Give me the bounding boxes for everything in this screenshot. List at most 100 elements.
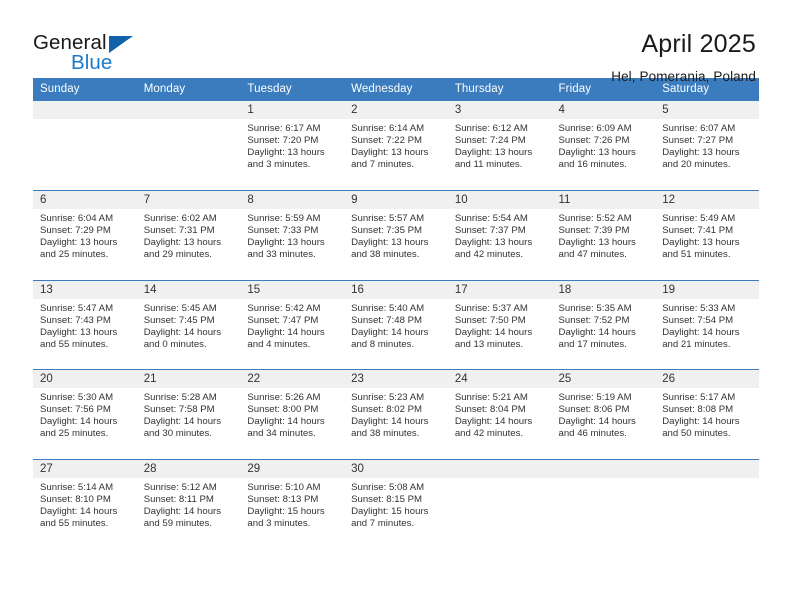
calendar-day-cell[interactable]: 6 Sunrise: 6:04 AM Sunset: 7:29 PM Daylight…: [33, 190, 137, 280]
sunset-text: Sunset: 8:15 PM: [351, 493, 423, 505]
sunset-text: Sunset: 7:56 PM: [40, 404, 111, 416]
calendar-day-cell[interactable]: 28 Sunrise: 5:12 AM Sunset: 8:11 PM Dayligh…: [136, 458, 241, 549]
calendar-day-cell[interactable]: 23 Sunrise: 5:23 AM Sunset: 8:02 PM Dayligh…: [344, 369, 448, 459]
day-details: Sunrise: 5:42 AM Sunset: 7:47 PM Daylight:…: [240, 299, 344, 351]
day-number: 25: [551, 370, 656, 388]
day-details: Sunrise: 5:52 AM Sunset: 7:39 PM Daylight:…: [552, 209, 656, 261]
weekday-header-thursday: Thursday: [447, 78, 552, 101]
day-number: 1: [240, 101, 345, 119]
calendar-day-cell[interactable]: 13 Sunrise: 5:47 AM Sunset: 7:43 PM Dayligh…: [33, 279, 137, 370]
calendar-day-cell[interactable]: 29 Sunrise: 5:10 AM Sunset: 8:13 PM Dayligh…: [240, 458, 345, 549]
daylight-text-line2: and 55 minutes.: [40, 517, 109, 529]
calendar-day-cell[interactable]: 5 Sunrise: 6:07 AM Sunset: 7:27 PM Daylight…: [655, 101, 759, 191]
day-number: 18: [551, 280, 656, 299]
day-details: Sunrise: 6:12 AM Sunset: 7:24 PM Daylight:…: [448, 119, 552, 171]
day-number: 19: [655, 280, 759, 299]
sunset-text: Sunset: 8:13 PM: [247, 493, 319, 505]
sunrise-text: Sunrise: 5:26 AM: [247, 392, 321, 403]
sunset-text: Sunset: 8:10 PM: [40, 493, 111, 505]
daylight-text-line2: and 42 minutes.: [454, 428, 524, 440]
sunrise-text: Sunrise: 5:12 AM: [143, 481, 217, 493]
sunrise-text: Sunrise: 5:21 AM: [454, 392, 528, 403]
calendar-day-cell[interactable]: 11 Sunrise: 5:52 AM Sunset: 7:39 PM Dayligh…: [551, 190, 656, 280]
calendar-day-cell[interactable]: 21 Sunrise: 5:28 AM Sunset: 7:58 PM Dayligh…: [136, 369, 241, 459]
daylight-text-line2: and 50 minutes.: [662, 428, 731, 440]
day-number: 20: [33, 370, 137, 388]
sunrise-text: Sunrise: 5:19 AM: [558, 392, 632, 403]
title-block: April 2025 Hel, Pomerania, Poland: [611, 28, 756, 87]
calendar-day-cell[interactable]: 19 Sunrise: 5:33 AM Sunset: 7:54 PM Dayligh…: [655, 279, 759, 370]
daylight-text-line1: Daylight: 14 hours: [662, 416, 740, 428]
calendar-day-cell[interactable]: 2 Sunrise: 6:14 AM Sunset: 7:22 PM Daylight…: [344, 101, 448, 191]
day-number: 4: [551, 101, 656, 119]
calendar-week-row: 27 Sunrise: 5:14 AM Sunset: 8:10 PM Dayligh…: [33, 458, 759, 549]
daylight-text-line2: and 42 minutes.: [454, 249, 524, 261]
sunrise-text: Sunrise: 5:17 AM: [662, 392, 736, 403]
calendar-day-cell[interactable]: 7 Sunrise: 6:02 AM Sunset: 7:31 PM Daylight…: [136, 190, 241, 280]
calendar-day-cell[interactable]: 4 Sunrise: 6:09 AM Sunset: 7:26 PM Daylight…: [551, 101, 656, 191]
calendar-cell-empty: [33, 101, 137, 191]
daylight-text-line1: Daylight: 13 hours: [247, 237, 325, 249]
sunset-text: Sunset: 8:06 PM: [558, 404, 630, 416]
daylight-text-line1: Daylight: 13 hours: [351, 237, 429, 249]
day-number: 8: [240, 191, 345, 209]
logo-text-blue: Blue: [71, 51, 113, 74]
sunrise-text: Sunrise: 5:59 AM: [247, 213, 321, 224]
day-number: 27: [33, 459, 137, 478]
sunrise-text: Sunrise: 5:57 AM: [351, 213, 425, 224]
sunset-text: Sunset: 7:31 PM: [143, 225, 215, 237]
sunset-text: Sunset: 7:41 PM: [662, 225, 734, 237]
calendar-day-cell[interactable]: 15 Sunrise: 5:42 AM Sunset: 7:47 PM Dayligh…: [240, 279, 345, 370]
daylight-text-line2: and 13 minutes.: [454, 338, 524, 350]
calendar-day-cell[interactable]: 25 Sunrise: 5:19 AM Sunset: 8:06 PM Dayligh…: [551, 369, 656, 459]
daylight-text-line1: Daylight: 13 hours: [40, 326, 118, 338]
daylight-text-line1: Daylight: 13 hours: [143, 237, 222, 249]
day-details: Sunrise: 6:02 AM Sunset: 7:31 PM Daylight:…: [137, 209, 241, 261]
calendar-day-cell[interactable]: 18 Sunrise: 5:35 AM Sunset: 7:52 PM Dayligh…: [551, 279, 656, 370]
calendar-week-row: 13 Sunrise: 5:47 AM Sunset: 7:43 PM Dayligh…: [33, 279, 759, 370]
daylight-text-line1: Daylight: 14 hours: [351, 416, 429, 428]
day-details: Sunrise: 5:49 AM Sunset: 7:41 PM Daylight:…: [655, 209, 759, 261]
daylight-text-line1: Daylight: 14 hours: [454, 326, 533, 338]
sunrise-text: Sunrise: 5:33 AM: [662, 302, 736, 314]
calendar-day-cell[interactable]: 12 Sunrise: 5:49 AM Sunset: 7:41 PM Dayligh…: [655, 190, 759, 280]
calendar-day-cell[interactable]: 24 Sunrise: 5:21 AM Sunset: 8:04 PM Dayligh…: [447, 369, 552, 459]
calendar-day-cell[interactable]: 10 Sunrise: 5:54 AM Sunset: 7:37 PM Dayligh…: [447, 190, 552, 280]
calendar-day-cell[interactable]: 16 Sunrise: 5:40 AM Sunset: 7:48 PM Dayligh…: [344, 279, 448, 370]
calendar-cell-empty: [551, 458, 656, 549]
sunrise-text: Sunrise: 5:35 AM: [558, 302, 632, 314]
daylight-text-line1: Daylight: 13 hours: [351, 147, 429, 159]
day-details: Sunrise: 6:07 AM Sunset: 7:27 PM Daylight:…: [655, 119, 759, 171]
daylight-text-line2: and 4 minutes.: [247, 338, 311, 350]
daylight-text-line2: and 25 minutes.: [40, 428, 109, 440]
calendar-day-cell[interactable]: 8 Sunrise: 5:59 AM Sunset: 7:33 PM Daylight…: [240, 190, 345, 280]
calendar-day-cell[interactable]: 1 Sunrise: 6:17 AM Sunset: 7:20 PM Daylight…: [240, 101, 345, 191]
daylight-text-line2: and 46 minutes.: [558, 428, 627, 440]
day-number: [447, 459, 552, 478]
sunset-text: Sunset: 7:52 PM: [558, 314, 630, 326]
general-blue-logo[interactable]: General Blue: [33, 28, 163, 76]
day-number: [33, 101, 137, 119]
daylight-text-line1: Daylight: 13 hours: [454, 237, 533, 249]
calendar-day-cell[interactable]: 14 Sunrise: 5:45 AM Sunset: 7:45 PM Dayligh…: [136, 279, 241, 370]
day-number: 15: [240, 280, 345, 299]
daylight-text-line2: and 51 minutes.: [662, 249, 731, 261]
day-details: Sunrise: 5:57 AM Sunset: 7:35 PM Daylight:…: [344, 209, 448, 261]
day-details: Sunrise: 5:14 AM Sunset: 8:10 PM Daylight:…: [33, 478, 137, 530]
daylight-text-line2: and 38 minutes.: [351, 249, 420, 261]
sunset-text: Sunset: 8:00 PM: [247, 404, 319, 416]
calendar-day-cell[interactable]: 22 Sunrise: 5:26 AM Sunset: 8:00 PM Dayligh…: [240, 369, 345, 459]
calendar-day-cell[interactable]: 20 Sunrise: 5:30 AM Sunset: 7:56 PM Dayligh…: [33, 369, 137, 459]
calendar-day-cell[interactable]: 30 Sunrise: 5:08 AM Sunset: 8:15 PM Dayligh…: [344, 458, 448, 549]
daylight-text-line2: and 20 minutes.: [662, 159, 731, 171]
calendar-day-cell[interactable]: 17 Sunrise: 5:37 AM Sunset: 7:50 PM Dayligh…: [447, 279, 552, 370]
calendar-day-cell[interactable]: 27 Sunrise: 5:14 AM Sunset: 8:10 PM Dayligh…: [33, 458, 137, 549]
calendar-day-cell[interactable]: 26 Sunrise: 5:17 AM Sunset: 8:08 PM Dayligh…: [655, 369, 759, 459]
sunrise-text: Sunrise: 5:37 AM: [454, 302, 528, 314]
daylight-text-line2: and 21 minutes.: [662, 338, 731, 350]
day-number: 21: [136, 370, 241, 388]
sunrise-text: Sunrise: 5:28 AM: [143, 392, 217, 403]
daylight-text-line2: and 7 minutes.: [351, 517, 415, 529]
calendar-day-cell[interactable]: 3 Sunrise: 6:12 AM Sunset: 7:24 PM Daylight…: [447, 101, 552, 191]
calendar-day-cell[interactable]: 9 Sunrise: 5:57 AM Sunset: 7:35 PM Daylight…: [344, 190, 448, 280]
